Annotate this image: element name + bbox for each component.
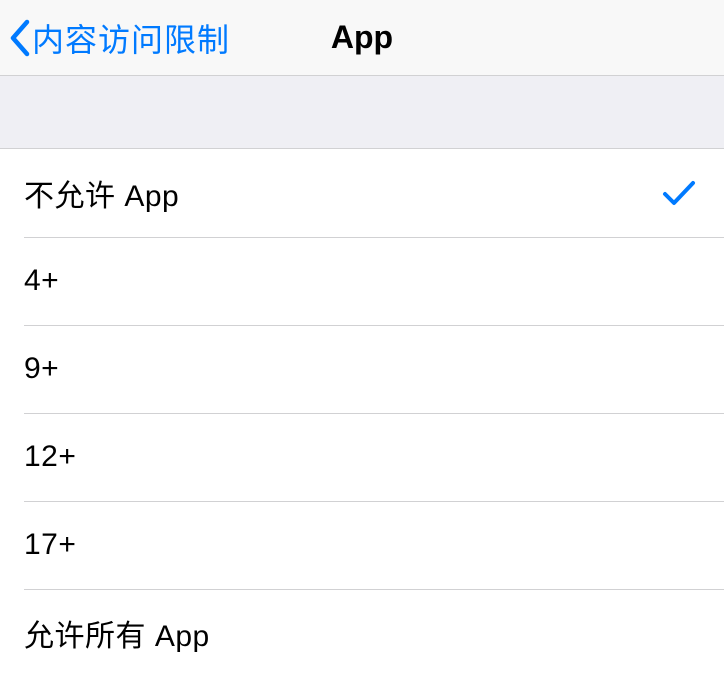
option-label: 4+ [24,264,59,298]
page-title: App [331,19,393,56]
navbar: 内容访问限制 App [0,0,724,76]
option-item[interactable]: 不允许 App [0,149,724,237]
option-item[interactable]: 9+ [0,325,724,413]
chevron-left-icon [8,19,30,57]
option-label: 9+ [24,352,59,386]
option-label: 不允许 App [24,171,179,215]
option-label: 12+ [24,440,76,474]
checkmark-icon [662,178,696,208]
option-item[interactable]: 12+ [0,413,724,501]
back-button[interactable]: 内容访问限制 [0,15,230,61]
options-list: 不允许 App 4+ 9+ 12+ 17+ 允许所有 App [0,148,724,677]
back-label: 内容访问限制 [32,15,230,61]
option-item[interactable]: 17+ [0,501,724,589]
option-item[interactable]: 4+ [0,237,724,325]
option-label: 允许所有 App [24,611,210,655]
option-label: 17+ [24,528,76,562]
option-item[interactable]: 允许所有 App [0,589,724,677]
section-gap [0,76,724,148]
